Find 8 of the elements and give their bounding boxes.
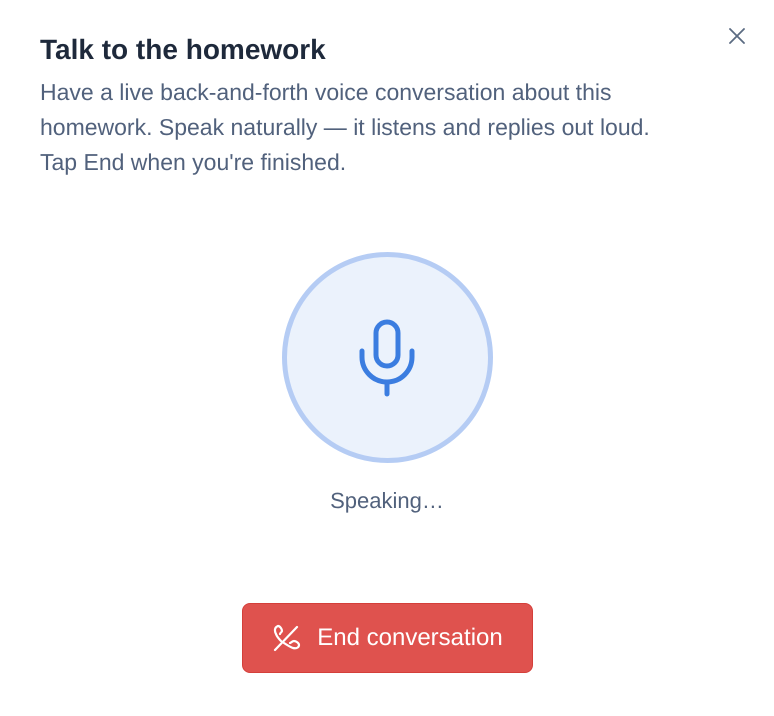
dialog-description: Have a live back-and-forth voice conversation about this homework. Speak naturally — it listens and replies out loud. Tap End when you're finished. [40,78,651,177]
status-text: Speaking… [330,487,444,515]
end-conversation-button[interactable]: End conversation [242,603,532,673]
close-icon [729,28,745,44]
microphone-icon [359,318,415,396]
dialog-title: Talk to the homework [40,33,326,67]
close-button[interactable] [726,25,748,47]
phone-off-icon [271,623,302,653]
